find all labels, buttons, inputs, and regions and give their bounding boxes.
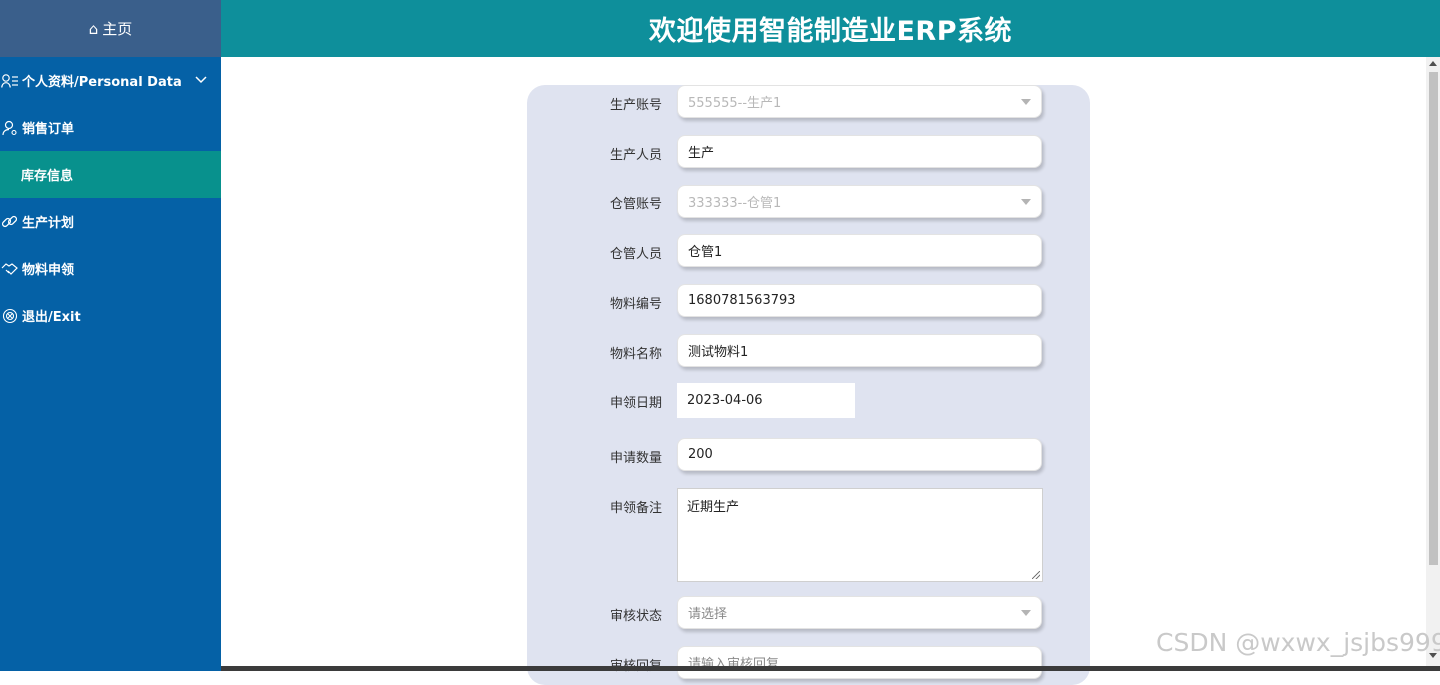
material-request-form: 生产账号 555555--生产1 生产人员 生产 仓管账号 333333--仓管… bbox=[527, 85, 1090, 685]
home-icon: ⌂ bbox=[88, 19, 99, 38]
material-code-input[interactable]: 1680781563793 bbox=[677, 284, 1042, 317]
warehouse-person-value: 仓管1 bbox=[688, 245, 723, 260]
bottom-edge-bar bbox=[221, 666, 1440, 671]
sidebar-item-label: 退出/Exit bbox=[22, 310, 81, 325]
exit-icon bbox=[1, 308, 19, 324]
watermark-text: CSDN @wxwx_jsjbs999 bbox=[1156, 628, 1440, 657]
sidebar-item-exit[interactable]: 退出/Exit bbox=[0, 292, 221, 339]
warehouse-person-input[interactable]: 仓管1 bbox=[677, 234, 1042, 267]
material-code-label: 物料编号 bbox=[609, 297, 662, 312]
material-name-value: 测试物料1 bbox=[688, 345, 749, 360]
sidebar-item-label: 销售订单 bbox=[22, 122, 75, 137]
warehouse-person-label: 仓管人员 bbox=[609, 247, 662, 262]
apply-note-textarea[interactable]: 近期生产 bbox=[677, 488, 1043, 582]
apply-date-label: 申领日期 bbox=[609, 396, 662, 411]
sidebar-item-label: 库存信息 bbox=[21, 169, 74, 184]
production-account-select[interactable]: 555555--生产1 bbox=[677, 85, 1042, 118]
user-icon bbox=[1, 120, 19, 136]
user-list-icon bbox=[1, 73, 19, 89]
production-account-label: 生产账号 bbox=[609, 98, 662, 113]
sidebar: ⌂ 主页 个人资料/Personal Data 销售订单 库存信息 生产计划 物… bbox=[0, 0, 221, 671]
production-person-input[interactable]: 生产 bbox=[677, 135, 1042, 168]
sidebar-home-link[interactable]: ⌂ 主页 bbox=[0, 0, 221, 57]
audit-reply-input[interactable]: 请输入审核回复 bbox=[677, 646, 1042, 679]
sidebar-item-label: 生产计划 bbox=[22, 216, 75, 231]
link-icon bbox=[1, 213, 19, 231]
page-title: 欢迎使用智能制造业ERP系统 bbox=[648, 16, 1013, 47]
production-person-value: 生产 bbox=[688, 146, 715, 161]
scrollbar-thumb[interactable] bbox=[1429, 72, 1438, 565]
dropdown-arrow-icon bbox=[1021, 610, 1031, 616]
chevron-down-icon bbox=[195, 72, 207, 88]
dropdown-arrow-icon bbox=[1021, 199, 1031, 205]
scroll-up-arrow-icon[interactable] bbox=[1429, 61, 1437, 66]
handshake-icon bbox=[1, 261, 19, 277]
warehouse-account-value: 333333--仓管1 bbox=[688, 196, 782, 211]
audit-status-select[interactable]: 请选择 bbox=[677, 596, 1042, 629]
apply-date-input[interactable]: 2023-04-06 bbox=[677, 383, 855, 418]
material-code-value: 1680781563793 bbox=[688, 293, 796, 308]
dropdown-arrow-icon bbox=[1021, 99, 1031, 105]
sidebar-item-personal-data[interactable]: 个人资料/Personal Data bbox=[0, 57, 221, 104]
sidebar-item-label: 物料申领 bbox=[22, 263, 75, 278]
apply-note-label: 申领备注 bbox=[609, 501, 662, 516]
material-name-label: 物料名称 bbox=[609, 347, 662, 362]
production-person-label: 生产人员 bbox=[609, 148, 662, 163]
warehouse-account-select[interactable]: 333333--仓管1 bbox=[677, 185, 1042, 218]
sidebar-item-material-request[interactable]: 物料申领 bbox=[0, 245, 221, 292]
audit-reply-label: 审核回复 bbox=[542, 655, 662, 674]
page-scrollbar[interactable] bbox=[1426, 57, 1440, 671]
top-header: 欢迎使用智能制造业ERP系统 bbox=[221, 0, 1440, 57]
apply-quantity-input[interactable]: 200 bbox=[677, 438, 1042, 471]
sidebar-item-production-plan[interactable]: 生产计划 bbox=[0, 198, 221, 245]
apply-note-value: 近期生产 bbox=[687, 500, 740, 515]
apply-quantity-value: 200 bbox=[688, 447, 713, 462]
sidebar-item-sales-orders[interactable]: 销售订单 bbox=[0, 104, 221, 151]
apply-quantity-label: 申请数量 bbox=[609, 451, 662, 466]
audit-status-placeholder: 请选择 bbox=[688, 607, 728, 622]
audit-status-label: 审核状态 bbox=[609, 609, 662, 624]
sidebar-item-inventory[interactable]: 库存信息 bbox=[0, 151, 221, 198]
production-account-value: 555555--生产1 bbox=[688, 96, 782, 111]
sidebar-item-label: 个人资料/Personal Data bbox=[22, 75, 182, 90]
sidebar-home-label: 主页 bbox=[102, 20, 133, 38]
resize-grip-icon[interactable] bbox=[1032, 571, 1040, 579]
apply-date-value: 2023-04-06 bbox=[687, 393, 763, 408]
material-name-input[interactable]: 测试物料1 bbox=[677, 334, 1042, 367]
warehouse-account-label: 仓管账号 bbox=[609, 197, 662, 212]
